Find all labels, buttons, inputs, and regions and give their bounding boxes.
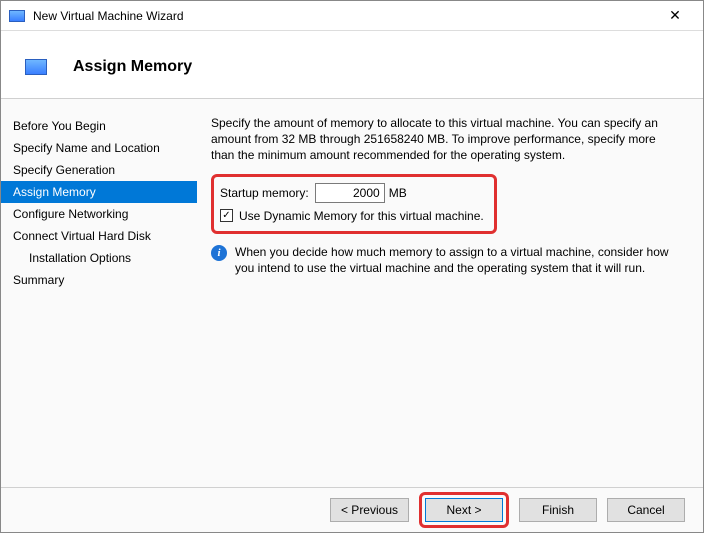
finish-wrap: Finish (519, 498, 597, 522)
startup-memory-row: Startup memory: MB (220, 183, 484, 203)
info-icon: i (211, 245, 227, 261)
memory-settings-highlight: Startup memory: MB ✓ Use Dynamic Memory … (211, 174, 497, 234)
wizard-content: Specify the amount of memory to allocate… (197, 99, 703, 487)
sidebar-item-specify-name-location[interactable]: Specify Name and Location (1, 137, 197, 159)
cancel-button[interactable]: Cancel (607, 498, 685, 522)
info-text: When you decide how much memory to assig… (235, 244, 679, 276)
window-title: New Virtual Machine Wizard (33, 9, 655, 23)
close-button[interactable]: ✕ (655, 2, 695, 30)
startup-memory-label: Startup memory: (220, 186, 309, 200)
sidebar-item-connect-vhd[interactable]: Connect Virtual Hard Disk (1, 225, 197, 247)
app-icon (9, 10, 25, 22)
previous-wrap: < Previous (330, 498, 409, 522)
sidebar-item-configure-networking[interactable]: Configure Networking (1, 203, 197, 225)
main-area: Before You Begin Specify Name and Locati… (1, 99, 703, 488)
previous-button[interactable]: < Previous (330, 498, 409, 522)
wizard-header: Assign Memory (1, 31, 703, 99)
dynamic-memory-row: ✓ Use Dynamic Memory for this virtual ma… (220, 209, 484, 223)
title-bar: New Virtual Machine Wizard ✕ (1, 1, 703, 31)
wizard-steps-sidebar: Before You Begin Specify Name and Locati… (1, 99, 197, 487)
finish-button[interactable]: Finish (519, 498, 597, 522)
sidebar-item-assign-memory[interactable]: Assign Memory (1, 181, 197, 203)
next-button[interactable]: Next > (425, 498, 503, 522)
sidebar-item-installation-options[interactable]: Installation Options (1, 247, 197, 269)
memory-description: Specify the amount of memory to allocate… (211, 115, 679, 164)
wizard-footer: < Previous Next > Finish Cancel (1, 488, 703, 532)
dynamic-memory-label: Use Dynamic Memory for this virtual mach… (239, 209, 484, 223)
dynamic-memory-checkbox[interactable]: ✓ (220, 209, 233, 222)
wizard-icon (25, 59, 47, 75)
cancel-wrap: Cancel (607, 498, 685, 522)
sidebar-item-before-you-begin[interactable]: Before You Begin (1, 115, 197, 137)
startup-memory-input[interactable] (315, 183, 385, 203)
page-title: Assign Memory (73, 58, 192, 76)
sidebar-item-specify-generation[interactable]: Specify Generation (1, 159, 197, 181)
info-row: i When you decide how much memory to ass… (211, 244, 679, 276)
startup-memory-unit: MB (389, 186, 407, 200)
next-highlight: Next > (419, 492, 509, 528)
sidebar-item-summary[interactable]: Summary (1, 269, 197, 291)
